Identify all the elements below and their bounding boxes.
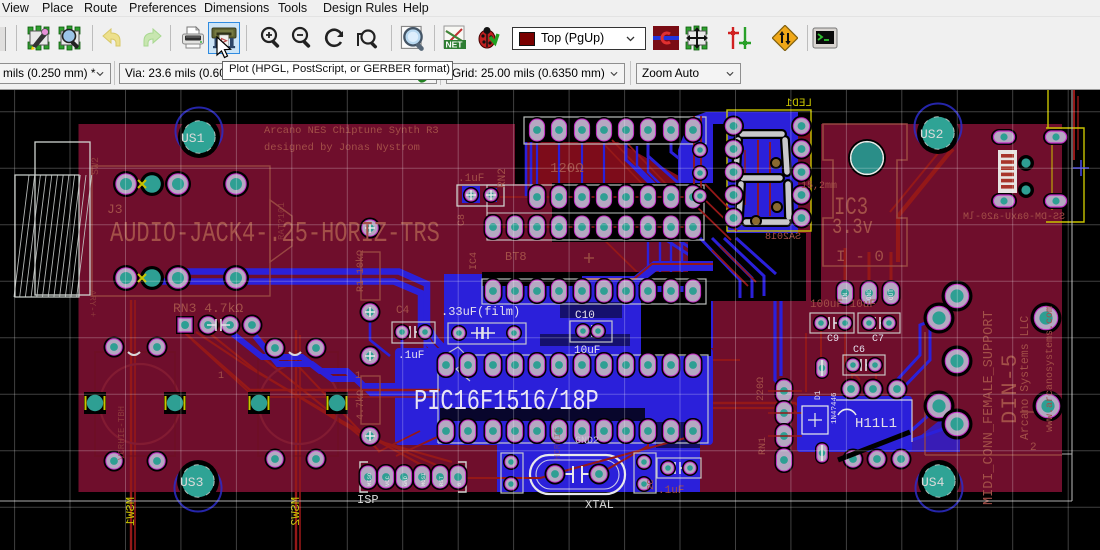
svg-text:220Ω: 220Ω [756, 377, 767, 401]
svg-text:Arcano NES Chiptune Synth R3: Arcano NES Chiptune Synth R3 [264, 125, 439, 137]
svg-text:SS-DM-0axU-a20-lM: SS-DM-0axU-a20-lM [963, 211, 1065, 223]
svg-text:SA2018: SA2018 [765, 232, 801, 243]
svg-text:.33uF(film): .33uF(film) [441, 305, 520, 319]
svg-text:designed by Jonas Nystrom: designed by Jonas Nystrom [264, 142, 420, 154]
svg-text:R1 10kΩ: R1 10kΩ [355, 250, 367, 292]
svg-text:J3: J3 [107, 202, 123, 217]
svg-text:RN3 4.7kΩ: RN3 4.7kΩ [173, 301, 243, 316]
svg-text:RN1: RN1 [758, 437, 769, 455]
svg-text:XTAL: XTAL [585, 498, 614, 512]
svg-text:HCRHIE: HCRHIE [553, 428, 563, 460]
svg-text:US4: US4 [921, 475, 945, 490]
svg-text:C6: C6 [853, 345, 865, 356]
svg-text:C10: C10 [575, 310, 595, 322]
svg-text:RN2: RN2 [497, 168, 509, 188]
svg-text:RST: RST [438, 475, 445, 486]
svg-text:OUT: OUT [888, 289, 895, 300]
svg-text:15,2mm: 15,2mm [801, 181, 837, 192]
svg-text:Arcano Systems LLC: Arcano Systems LLC [1019, 316, 1032, 440]
svg-text:MIDI_CONN_FEMALE_SUPPORT: MIDI_CONN_FEMALE_SUPPORT [982, 311, 997, 505]
svg-text:VCC: VCC [384, 475, 391, 486]
svg-text:ISP: ISP [357, 493, 379, 507]
svg-text:GND2: GND2 [575, 436, 599, 447]
svg-text:IN: IN [842, 292, 849, 300]
svg-text:10uF: 10uF [574, 345, 600, 357]
svg-text:RAT?101: RAT?101 [277, 202, 287, 240]
svg-text:C9: C9 [827, 334, 839, 345]
svg-text:2: 2 [1030, 442, 1037, 454]
svg-text:.1uF: .1uF [458, 173, 484, 185]
svg-text:1N4?446: 1N4?446 [831, 392, 839, 424]
svg-text:LED1: LED1 [785, 98, 812, 110]
svg-text:NET: NET [446, 40, 464, 50]
svg-text:www.arcanosystems.com: www.arcanosystems.com [1045, 306, 1056, 432]
svg-text:6: 6 [456, 483, 463, 486]
svg-text:US1: US1 [181, 131, 205, 146]
svg-text:2C: 2C [646, 479, 656, 490]
svg-text:120Ω: 120Ω [550, 161, 584, 177]
svg-text:AUDIO-JACK4-.25-HORIZ-TRS: AUDIO-JACK4-.25-HORIZ-TRS [110, 217, 440, 250]
svg-text:PIC16F1516/18P: PIC16F1516/18P [414, 385, 599, 418]
svg-text:GND: GND [866, 289, 873, 300]
svg-text:1: 1 [218, 371, 224, 382]
svg-text:3.3v: 3.3v [832, 215, 873, 240]
svg-text:D1: D1 [814, 390, 823, 400]
svg-text:MOSI: MOSI [420, 473, 427, 486]
svg-text:1: 1 [355, 371, 361, 382]
svg-text:US3: US3 [180, 475, 203, 490]
svg-text:I - 0: I - 0 [836, 248, 884, 266]
svg-text:US2: US2 [920, 127, 943, 142]
svg-text:MISO: MISO [366, 472, 373, 486]
svg-text:.1uF: .1uF [398, 350, 424, 362]
svg-text:IC4: IC4 [469, 252, 480, 270]
svg-text:C7: C7 [872, 334, 884, 345]
svg-text:ARY-+: ARY-+ [87, 290, 97, 317]
svg-text:H11L1: H11L1 [855, 416, 897, 432]
svg-text:BT8: BT8 [505, 250, 527, 264]
svg-text:SW2: SW2 [91, 157, 102, 175]
